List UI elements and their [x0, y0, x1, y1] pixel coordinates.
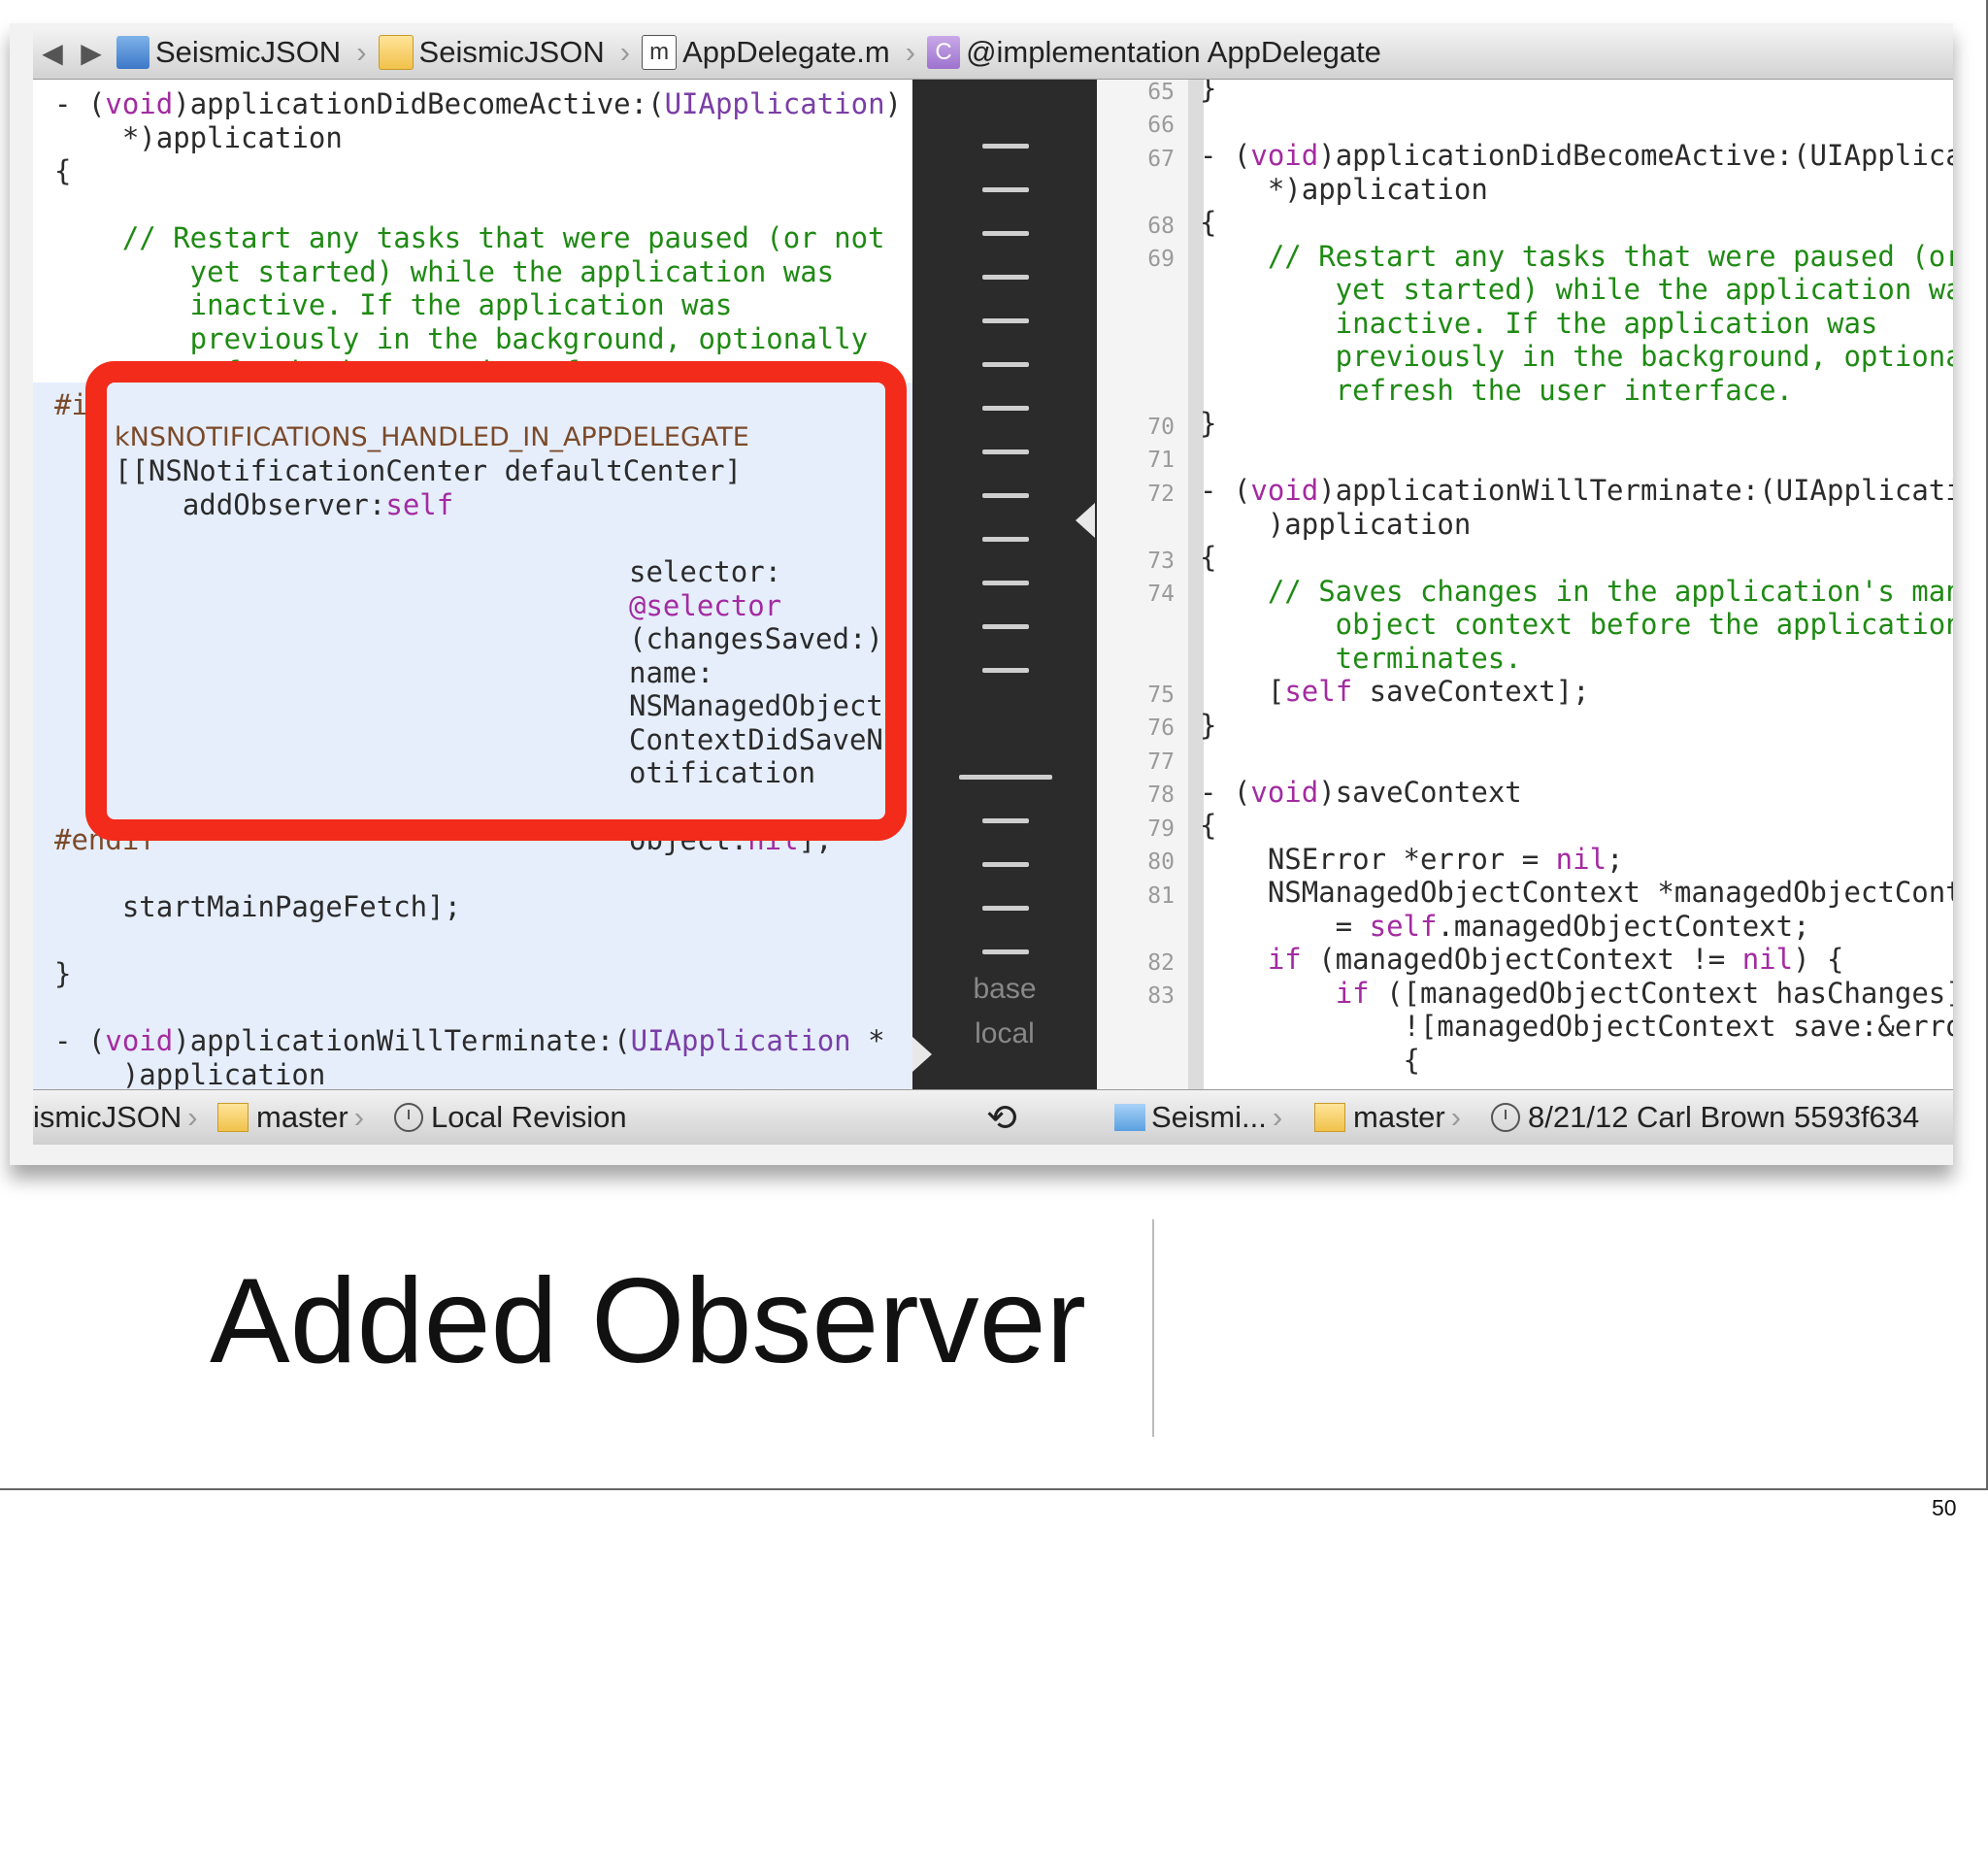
line-number: 69	[1147, 247, 1175, 272]
left-revision-crumb[interactable]: Local Revision	[394, 1090, 627, 1145]
timeline-tick[interactable]	[982, 187, 1029, 192]
class-icon: C	[927, 36, 961, 69]
base-code-text: } - (void)applicationDidBecomeActive:(UI…	[1200, 80, 1953, 1077]
divider	[1152, 1219, 1154, 1437]
left-branch-crumb[interactable]: master ›	[217, 1090, 370, 1145]
xcode-screenshot: ◀ ▶ SeismicJSON › SeismicJSON › m AppDele…	[10, 23, 1953, 1165]
line-number: 79	[1147, 816, 1175, 842]
line-number: 80	[1147, 849, 1175, 875]
crumb-symbol-label: @implementation AppDelegate	[966, 35, 1381, 69]
line-number: 67	[1147, 147, 1175, 172]
timeline-tick[interactable]	[982, 449, 1029, 454]
left-revision-label: Local Revision	[431, 1100, 627, 1134]
highlight-callout-box	[85, 361, 907, 841]
project-icon	[116, 36, 149, 69]
branch-folder-icon	[1314, 1103, 1345, 1132]
crumb-group[interactable]: SeismicJSON	[373, 35, 605, 70]
comparison-timeline[interactable]: base local	[912, 80, 1097, 1089]
line-number: 73	[1147, 549, 1175, 574]
back-arrow-icon[interactable]: ◀	[33, 37, 72, 69]
chevron-right-icon: ›	[1272, 1100, 1283, 1134]
timeline-tick[interactable]	[982, 144, 1029, 149]
crumb-group-label: SeismicJSON	[418, 35, 605, 69]
crumb-symbol[interactable]: C @implementation AppDelegate	[921, 35, 1381, 70]
branch-folder-icon	[217, 1103, 248, 1132]
timeline-tick[interactable]	[982, 275, 1029, 280]
timeline-tick[interactable]	[982, 949, 1029, 954]
line-number: 71	[1147, 448, 1175, 473]
history-icon[interactable]: ⟲	[986, 1090, 1017, 1145]
timeline-tick[interactable]	[982, 862, 1029, 867]
left-project-crumb[interactable]: ismicJSON ›	[33, 1090, 204, 1145]
timeline-tick[interactable]	[982, 231, 1029, 236]
source-file-icon: m	[642, 35, 678, 70]
folder-icon	[378, 35, 414, 70]
line-number: 68	[1147, 214, 1175, 239]
timeline-tick[interactable]	[982, 581, 1029, 585]
right-project-label: Seismi...	[1151, 1100, 1267, 1134]
code-method-signature: - (void)applicationDidBecomeActive:(UIAp…	[54, 87, 903, 187]
jump-bar: ◀ ▶ SeismicJSON › SeismicJSON › m AppDele…	[33, 26, 1953, 80]
line-number: 72	[1147, 482, 1175, 507]
line-number: 75	[1147, 682, 1175, 708]
crumb-file[interactable]: m AppDelegate.m	[636, 35, 890, 70]
version-bar: ismicJSON › master › Local Revision ⟲ Seis…	[33, 1089, 1953, 1145]
crumb-project-label: SeismicJSON	[155, 35, 342, 69]
right-project-crumb[interactable]: Seismi... ›	[1114, 1090, 1288, 1145]
folder-icon	[1114, 1104, 1145, 1131]
base-editor-pane[interactable]: 65 66 67 68 69 70 71 72 73 74 75 76 77 7…	[1097, 80, 1953, 1089]
timeline-tick[interactable]	[982, 493, 1029, 498]
right-revision-crumb[interactable]: 8/21/12 Carl Brown 5593f634	[1491, 1090, 1919, 1145]
crumb-file-label: AppDelegate.m	[682, 35, 890, 69]
crumb-project[interactable]: SeismicJSON	[111, 35, 341, 70]
slide: ◀ ▶ SeismicJSON › SeismicJSON › m AppDele…	[0, 0, 1988, 1490]
timeline-tick[interactable]	[982, 818, 1029, 823]
clock-icon	[394, 1103, 423, 1132]
timeline-tick[interactable]	[982, 362, 1029, 367]
line-number: 76	[1147, 716, 1175, 741]
line-number: 83	[1147, 983, 1175, 1009]
timeline-tick[interactable]	[982, 406, 1029, 411]
right-branch-crumb[interactable]: master ›	[1314, 1090, 1467, 1145]
local-label: local	[975, 1017, 1035, 1049]
base-label: base	[973, 973, 1037, 1005]
line-number: 78	[1147, 782, 1175, 808]
line-number: 74	[1147, 582, 1175, 607]
line-number: 77	[1147, 749, 1175, 775]
timeline-tick[interactable]	[982, 537, 1029, 542]
base-revision-pointer-icon[interactable]	[1076, 503, 1095, 538]
page-number: 50	[1932, 1495, 1957, 1520]
chevron-right-icon: ›	[619, 35, 631, 69]
line-number: 65	[1147, 80, 1175, 105]
left-project-label: ismicJSON	[33, 1100, 182, 1134]
timeline-tick[interactable]	[982, 624, 1029, 629]
line-number: 70	[1147, 415, 1175, 440]
chevron-right-icon: ›	[1450, 1100, 1462, 1134]
line-number-gutter: 65 66 67 68 69 70 71 72 73 74 75 76 77 7…	[1097, 80, 1189, 1089]
chevron-right-icon: ›	[187, 1100, 198, 1134]
timeline-tick[interactable]	[982, 318, 1029, 323]
line-number: 82	[1147, 950, 1175, 976]
timeline-tick-current[interactable]	[959, 775, 1052, 780]
chevron-right-icon: ›	[356, 35, 367, 69]
chevron-right-icon: ›	[353, 1100, 365, 1134]
left-branch-label: master	[256, 1100, 348, 1134]
timeline-tick[interactable]	[982, 906, 1029, 911]
line-number: 81	[1147, 883, 1175, 909]
slide-title: Added Observer	[210, 1254, 1086, 1388]
right-branch-label: master	[1353, 1100, 1445, 1134]
line-number: 66	[1147, 113, 1175, 138]
chevron-right-icon: ›	[905, 35, 916, 69]
timeline-tick[interactable]	[982, 668, 1029, 673]
clock-icon	[1491, 1103, 1520, 1132]
right-revision-label: 8/21/12 Carl Brown 5593f634	[1528, 1100, 1920, 1134]
forward-arrow-icon[interactable]: ▶	[72, 37, 111, 69]
code-fetch-call: startMainPageFetch]; } - (void)applicati…	[54, 890, 885, 1089]
local-editor-pane[interactable]: - (void)applicationDidBecomeActive:(UIAp…	[33, 80, 912, 1089]
